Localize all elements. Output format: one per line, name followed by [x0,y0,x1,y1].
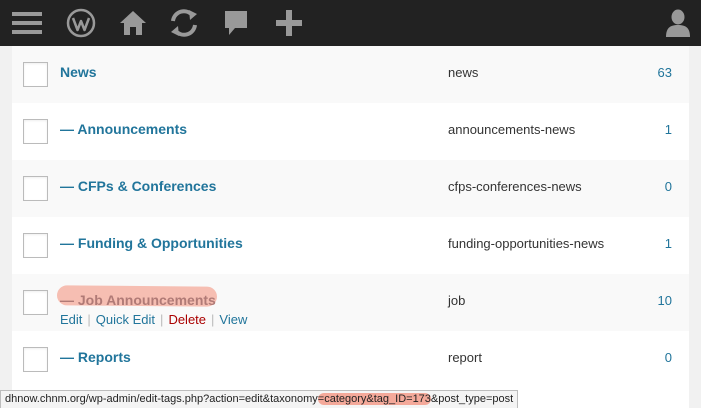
edit-link[interactable]: Edit [60,312,82,327]
browser-status-bar: dhnow.chnm.org/wp-admin/edit-tags.php?ac… [0,390,519,408]
action-separator: | [87,312,91,327]
status-url-start: dhnow.chnm.org/wp-admin/edit-tags.php?ac… [5,393,318,405]
category-count[interactable]: 1 [665,122,672,137]
row-checkbox[interactable] [23,290,48,315]
category-name[interactable]: — Job Announcements [60,292,216,308]
category-slug: job [448,293,466,308]
category-count[interactable]: 1 [665,236,672,251]
category-name[interactable]: — Announcements [60,121,187,137]
category-count[interactable]: 0 [665,350,672,365]
action-separator: | [160,312,164,327]
category-name[interactable]: — Funding & Opportunities [60,235,243,251]
category-slug: report [448,350,482,365]
category-name[interactable]: — Reports [60,349,131,365]
table-row: — Announcements announcements-news 1 [12,103,689,160]
category-name[interactable]: — CFPs & Conferences [60,178,216,194]
delete-link[interactable]: Delete [168,312,206,327]
wordpress-icon[interactable] [64,0,98,46]
home-icon[interactable] [116,0,150,46]
category-slug: funding-opportunities-news [448,236,605,251]
row-checkbox[interactable] [23,176,48,201]
category-count[interactable]: 10 [658,293,672,308]
category-count[interactable]: 63 [658,65,672,80]
status-url-end: &post_type=post [430,393,514,405]
add-new-icon[interactable] [272,0,306,46]
table-row: News news 63 [12,46,689,103]
user-icon[interactable] [662,0,694,46]
table-row: — Funding & Opportunities funding-opport… [12,217,689,274]
table-row-hovered: — Job Announcements job 10 Edit | Quick Ed… [12,274,689,331]
quick-edit-link[interactable]: Quick Edit [96,312,155,327]
view-link[interactable]: View [219,312,247,327]
refresh-icon[interactable] [166,0,202,46]
category-slug: cfps-conferences-news [448,179,582,194]
category-slug: announcements-news [448,122,576,137]
row-checkbox[interactable] [23,233,48,258]
comment-icon[interactable] [220,0,252,46]
admin-bar [0,0,701,46]
categories-table: News news 63 — Announcements announcemen… [12,46,689,408]
category-name[interactable]: News [60,64,97,80]
status-url-highlight: =category&tag_ID=173 [317,393,431,405]
action-separator: | [211,312,215,327]
row-checkbox[interactable] [23,119,48,144]
table-row: — Reports report 0 [12,331,689,388]
menu-icon[interactable] [10,0,44,46]
category-count[interactable]: 0 [665,179,672,194]
row-actions: Edit | Quick Edit | Delete | View [60,312,247,327]
row-checkbox[interactable] [23,347,48,372]
row-checkbox[interactable] [23,62,48,87]
category-slug: news [448,65,479,80]
table-row: — CFPs & Conferences cfps-conferences-ne… [12,160,689,217]
